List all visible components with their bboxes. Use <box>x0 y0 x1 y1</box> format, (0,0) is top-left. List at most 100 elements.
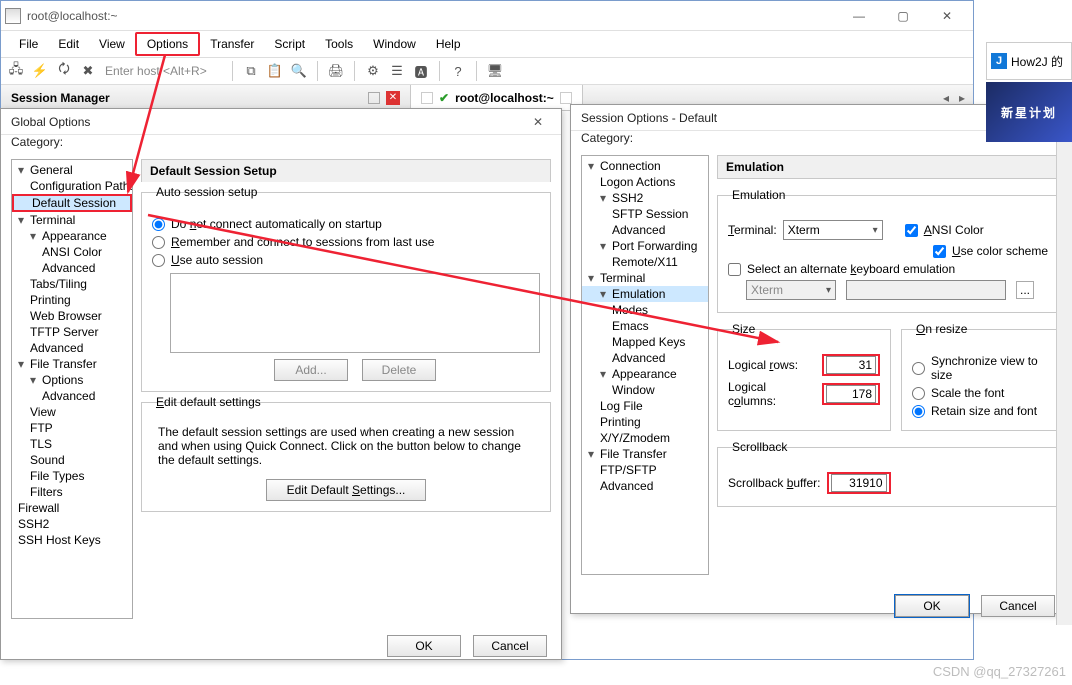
tree-sftp-session[interactable]: SFTP Session <box>582 206 708 222</box>
tree-appearance[interactable]: ▾Appearance <box>12 228 132 244</box>
tree-ansi-color[interactable]: ANSI Color <box>12 244 132 260</box>
tree-port-forwarding[interactable]: ▾Port Forwarding <box>582 238 708 254</box>
cols-input[interactable] <box>826 385 876 403</box>
quick-connect-icon[interactable]: ⚡ <box>31 62 49 80</box>
find-icon[interactable]: 🔍 <box>290 62 308 80</box>
radio-no-connect[interactable] <box>152 218 165 231</box>
font-icon[interactable]: 🅰 <box>412 62 430 80</box>
tree-file-transfer[interactable]: ▾File Transfer <box>12 356 132 372</box>
color-scheme-checkbox[interactable] <box>933 245 946 258</box>
tree-modes[interactable]: Modes <box>582 302 708 318</box>
tree-view[interactable]: View <box>12 404 132 420</box>
tree-logon[interactable]: Logon Actions <box>582 174 708 190</box>
menu-view[interactable]: View <box>89 34 135 54</box>
cancel-button[interactable]: Cancel <box>473 635 547 657</box>
tree-web[interactable]: Web Browser <box>12 308 132 324</box>
tree-mapped-keys[interactable]: Mapped Keys <box>582 334 708 350</box>
settings-icon[interactable]: ⚙ <box>364 62 382 80</box>
tree-advanced[interactable]: Advanced <box>12 340 132 356</box>
tree-tftp[interactable]: TFTP Server <box>12 324 132 340</box>
tab-session-manager[interactable]: Session Manager ✕ <box>1 85 411 110</box>
ok-button[interactable]: OK <box>387 635 461 657</box>
reconnect-icon[interactable]: 🗘 <box>55 62 73 80</box>
tree-advanced[interactable]: Advanced <box>582 222 708 238</box>
tree-remote-x11[interactable]: Remote/X11 <box>582 254 708 270</box>
browse-button[interactable]: ... <box>1016 281 1034 299</box>
tree-file-types[interactable]: File Types <box>12 468 132 484</box>
tree-advanced[interactable]: Advanced <box>12 260 132 276</box>
tree-ftp-sftp[interactable]: FTP/SFTP <box>582 462 708 478</box>
tree-xyzmodem[interactable]: X/Y/Zmodem <box>582 430 708 446</box>
radio-sync[interactable] <box>912 362 925 375</box>
rows-input[interactable] <box>826 356 876 374</box>
tree-advanced[interactable]: Advanced <box>582 350 708 366</box>
tree-file-transfer[interactable]: ▾File Transfer <box>582 446 708 462</box>
tree-advanced[interactable]: Advanced <box>12 388 132 404</box>
menu-help[interactable]: Help <box>426 34 471 54</box>
ok-button[interactable]: OK <box>895 595 969 617</box>
tree-general[interactable]: ▾General <box>12 162 132 178</box>
tree-ssh2[interactable]: SSH2 <box>12 516 132 532</box>
tree-connection[interactable]: ▾Connection <box>582 158 708 174</box>
category-tree[interactable]: ▾Connection Logon Actions ▾SSH2 SFTP Ses… <box>581 155 709 575</box>
menu-transfer[interactable]: Transfer <box>200 34 264 54</box>
terminal-icon[interactable]: 🖥 <box>486 62 504 80</box>
category-tree[interactable]: ▾General Configuration Paths Default Ses… <box>11 159 133 619</box>
minimize-button[interactable]: — <box>837 2 881 30</box>
tree-filters[interactable]: Filters <box>12 484 132 500</box>
close-button[interactable]: ✕ <box>925 2 969 30</box>
tree-emacs[interactable]: Emacs <box>582 318 708 334</box>
tree-tabs[interactable]: Tabs/Tiling <box>12 276 132 292</box>
menu-file[interactable]: File <box>9 34 48 54</box>
tab-root[interactable]: ✔ root@localhost:~ <box>411 85 583 110</box>
copy-icon[interactable]: ⧉ <box>242 62 260 80</box>
scroll-right-icon[interactable]: ▸ <box>959 91 965 105</box>
alt-keyboard-checkbox[interactable] <box>728 263 741 276</box>
tab-new-icon[interactable] <box>421 92 433 104</box>
radio-retain[interactable] <box>912 405 925 418</box>
pin-icon[interactable] <box>368 92 380 104</box>
print-icon[interactable]: 🖨 <box>327 62 345 80</box>
cancel-button[interactable]: Cancel <box>981 595 1055 617</box>
radio-use-auto[interactable] <box>152 254 165 267</box>
paste-icon[interactable]: 📋 <box>266 62 284 80</box>
tree-firewall[interactable]: Firewall <box>12 500 132 516</box>
terminal-combo[interactable]: Xterm▾ <box>783 220 883 240</box>
session-options-icon[interactable]: ☰ <box>388 62 406 80</box>
tab-close-icon[interactable]: ✕ <box>386 91 400 105</box>
scrollback-input[interactable] <box>831 474 887 492</box>
tab-dropdown-icon[interactable] <box>560 92 572 104</box>
dialog-close-icon[interactable]: ✕ <box>525 115 551 129</box>
menu-edit[interactable]: Edit <box>48 34 89 54</box>
ansi-color-checkbox[interactable] <box>905 224 918 237</box>
scroll-left-icon[interactable]: ◂ <box>943 91 949 105</box>
tree-printing[interactable]: Printing <box>12 292 132 308</box>
tree-tls[interactable]: TLS <box>12 436 132 452</box>
tree-window[interactable]: Window <box>582 382 708 398</box>
tree-default-session[interactable]: Default Session <box>12 194 132 212</box>
menu-window[interactable]: Window <box>363 34 426 54</box>
tree-emulation[interactable]: ▾Emulation <box>582 286 708 302</box>
tree-terminal[interactable]: ▾Terminal <box>582 270 708 286</box>
tree-printing[interactable]: Printing <box>582 414 708 430</box>
tree-log-file[interactable]: Log File <box>582 398 708 414</box>
auto-session-list[interactable] <box>170 273 540 353</box>
delete-button[interactable]: Delete <box>362 359 436 381</box>
disconnect-icon[interactable]: ✖ <box>79 62 97 80</box>
menu-tools[interactable]: Tools <box>315 34 363 54</box>
host-input[interactable]: Enter host <Alt+R> <box>103 64 223 78</box>
edit-default-settings-button[interactable]: Edit Default Settings... <box>266 479 426 501</box>
add-button[interactable]: Add... <box>274 359 348 381</box>
tree-ftp[interactable]: FTP <box>12 420 132 436</box>
maximize-button[interactable]: ▢ <box>881 2 925 30</box>
connect-icon[interactable]: 🖧 <box>7 62 25 80</box>
tree-terminal[interactable]: ▾Terminal <box>12 212 132 228</box>
tree-ssh2[interactable]: ▾SSH2 <box>582 190 708 206</box>
tree-options[interactable]: ▾Options <box>12 372 132 388</box>
scrollbar[interactable] <box>1056 142 1072 625</box>
radio-remember[interactable] <box>152 236 165 249</box>
help-icon[interactable]: ? <box>449 62 467 80</box>
tree-appearance[interactable]: ▾Appearance <box>582 366 708 382</box>
tree-sound[interactable]: Sound <box>12 452 132 468</box>
radio-scale[interactable] <box>912 387 925 400</box>
